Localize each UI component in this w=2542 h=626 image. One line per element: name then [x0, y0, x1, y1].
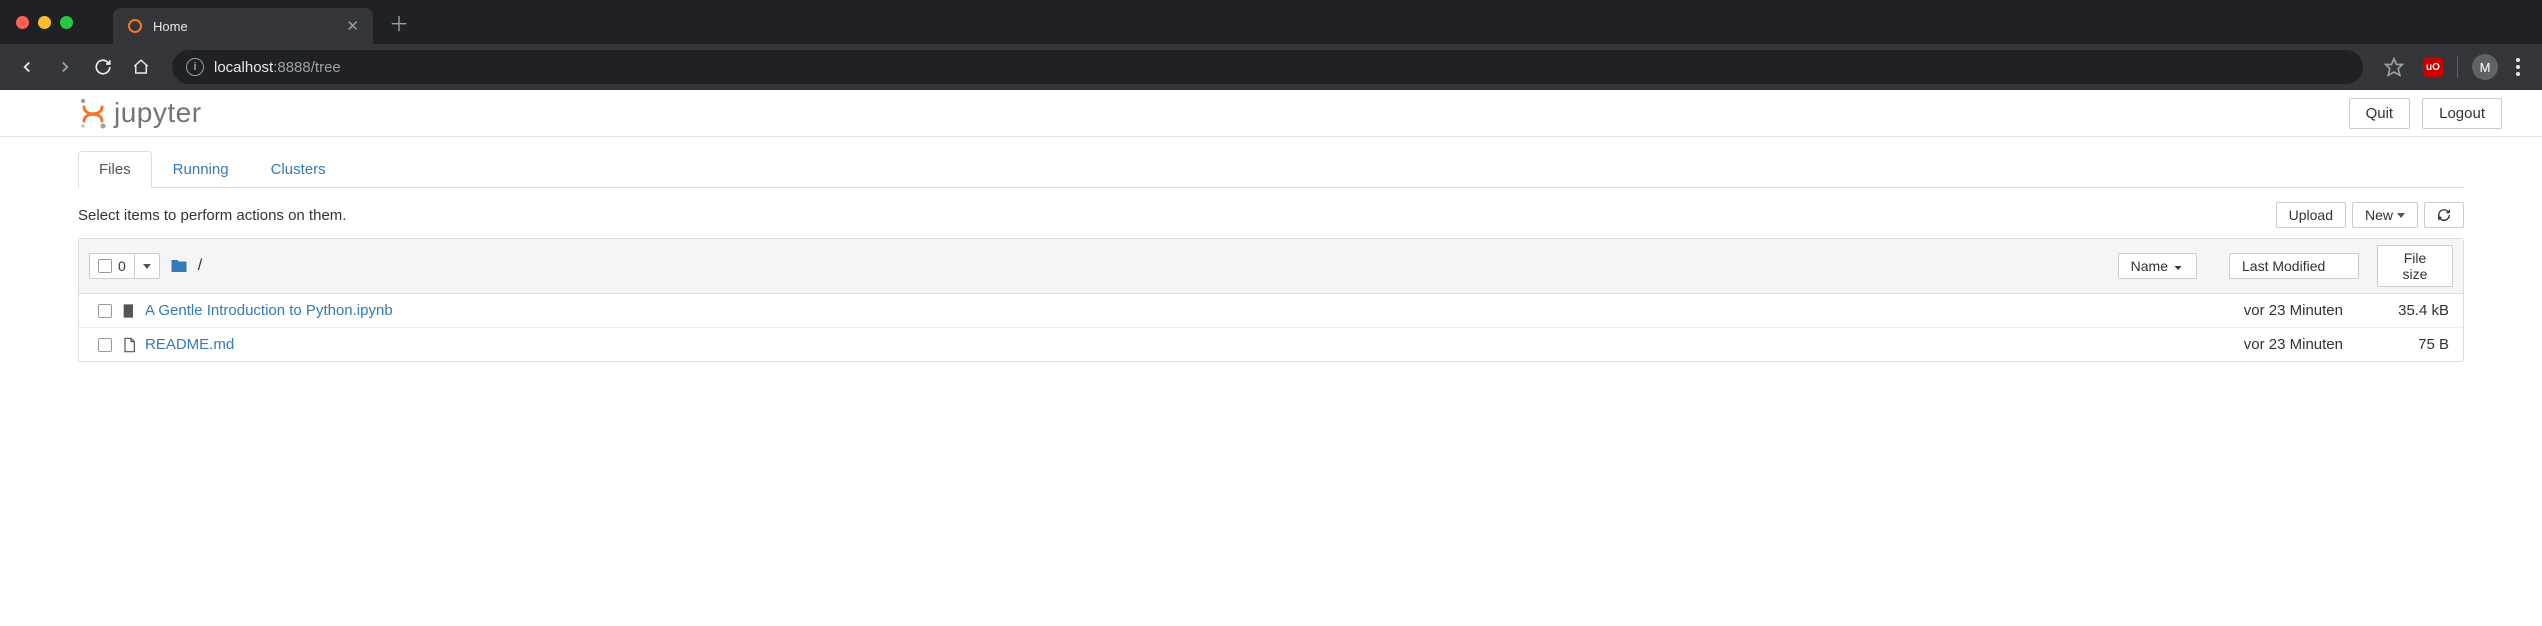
- actions-hint: Select items to perform actions on them.: [78, 207, 346, 224]
- home-button[interactable]: [126, 52, 156, 82]
- browser-toolbar: i localhost:8888/tree uO M: [0, 44, 2542, 90]
- row-checkbox[interactable]: [98, 304, 112, 318]
- breadcrumb-root[interactable]: /: [198, 257, 202, 275]
- window-controls: [16, 16, 73, 29]
- logout-button[interactable]: Logout: [2422, 98, 2502, 129]
- select-all-dropdown[interactable]: [135, 260, 159, 273]
- file-size: 75 B: [2363, 336, 2453, 353]
- new-dropdown[interactable]: New: [2352, 202, 2418, 228]
- chevron-down-icon: [143, 264, 151, 269]
- arrow-down-icon: [2172, 260, 2184, 272]
- jupyter-favicon-icon: [127, 18, 143, 34]
- notebook-icon: [121, 303, 145, 319]
- file-row: A Gentle Introduction to Python.ipynb vo…: [79, 294, 2463, 328]
- quit-button[interactable]: Quit: [2349, 98, 2411, 129]
- file-row: README.md vor 23 Minuten 75 B: [79, 328, 2463, 361]
- sort-name-button[interactable]: Name: [2118, 253, 2197, 279]
- file-modified: vor 23 Minuten: [2203, 302, 2363, 319]
- name-header-label: Name: [2131, 258, 2168, 274]
- size-header-label: File size: [2390, 250, 2440, 282]
- header-buttons: Quit Logout: [2349, 98, 2502, 129]
- row-checkbox-cell: [89, 304, 121, 318]
- bookmark-icon[interactable]: [2379, 52, 2409, 82]
- select-all-checkbox[interactable]: [98, 259, 112, 273]
- browser-menu-icon[interactable]: [2512, 54, 2524, 80]
- page-content: jupyter Quit Logout Files Running Cluste…: [0, 90, 2542, 362]
- file-link[interactable]: README.md: [145, 336, 2203, 353]
- actions-right: Upload New: [2276, 202, 2464, 228]
- tab-title: Home: [153, 19, 336, 34]
- tab-files[interactable]: Files: [78, 151, 152, 188]
- jupyter-logo-text: jupyter: [114, 97, 202, 129]
- jupyter-header: jupyter Quit Logout: [0, 90, 2542, 137]
- row-checkbox[interactable]: [98, 338, 112, 352]
- new-label: New: [2365, 207, 2393, 223]
- file-icon: [121, 337, 145, 353]
- sort-size-button[interactable]: File size: [2377, 245, 2453, 287]
- browser-tab[interactable]: Home ✕: [113, 8, 373, 44]
- jupyter-body: Files Running Clusters Select items to p…: [0, 151, 2542, 362]
- file-modified: vor 23 Minuten: [2203, 336, 2363, 353]
- refresh-button[interactable]: [2424, 202, 2464, 228]
- sort-modified-button[interactable]: Last Modified: [2229, 253, 2359, 279]
- actions-row: Select items to perform actions on them.…: [78, 188, 2464, 238]
- browser-chrome: Home ✕ ＋ i localhost:8888/tree uO: [0, 0, 2542, 90]
- tab-clusters[interactable]: Clusters: [250, 151, 347, 188]
- forward-button[interactable]: [50, 52, 80, 82]
- close-tab-icon[interactable]: ✕: [346, 17, 359, 35]
- refresh-icon: [2437, 208, 2451, 222]
- chevron-down-icon: [2397, 213, 2405, 218]
- url-text: localhost:8888/tree: [214, 59, 341, 76]
- upload-button[interactable]: Upload: [2276, 202, 2346, 228]
- reload-button[interactable]: [88, 52, 118, 82]
- tab-running[interactable]: Running: [152, 151, 250, 188]
- site-info-icon[interactable]: i: [186, 58, 204, 76]
- ublock-extension-icon[interactable]: uO: [2423, 57, 2443, 77]
- folder-icon[interactable]: [170, 257, 188, 275]
- list-header: 0 / Name Last Modified: [79, 239, 2463, 294]
- file-size: 35.4 kB: [2363, 302, 2453, 319]
- profile-avatar[interactable]: M: [2472, 54, 2498, 80]
- jupyter-logo[interactable]: jupyter: [78, 96, 202, 130]
- nav-tabs: Files Running Clusters: [78, 151, 2464, 188]
- address-bar[interactable]: i localhost:8888/tree: [172, 50, 2363, 84]
- new-tab-button[interactable]: ＋: [389, 8, 409, 37]
- maximize-window-button[interactable]: [60, 16, 73, 29]
- select-all-control: 0: [89, 253, 160, 279]
- close-window-button[interactable]: [16, 16, 29, 29]
- minimize-window-button[interactable]: [38, 16, 51, 29]
- toolbar-right: uO M: [2379, 52, 2530, 82]
- row-checkbox-cell: [89, 338, 121, 352]
- select-all-checkbox-group: 0: [90, 254, 135, 278]
- header-left: 0 /: [89, 253, 2118, 279]
- separator: [2457, 56, 2458, 78]
- selected-count: 0: [118, 258, 126, 274]
- back-button[interactable]: [12, 52, 42, 82]
- modified-header-label: Last Modified: [2242, 258, 2325, 274]
- titlebar: Home ✕ ＋: [0, 0, 2542, 44]
- file-list: 0 / Name Last Modified: [78, 238, 2464, 362]
- jupyter-logo-icon: [78, 96, 108, 130]
- file-link[interactable]: A Gentle Introduction to Python.ipynb: [145, 302, 2203, 319]
